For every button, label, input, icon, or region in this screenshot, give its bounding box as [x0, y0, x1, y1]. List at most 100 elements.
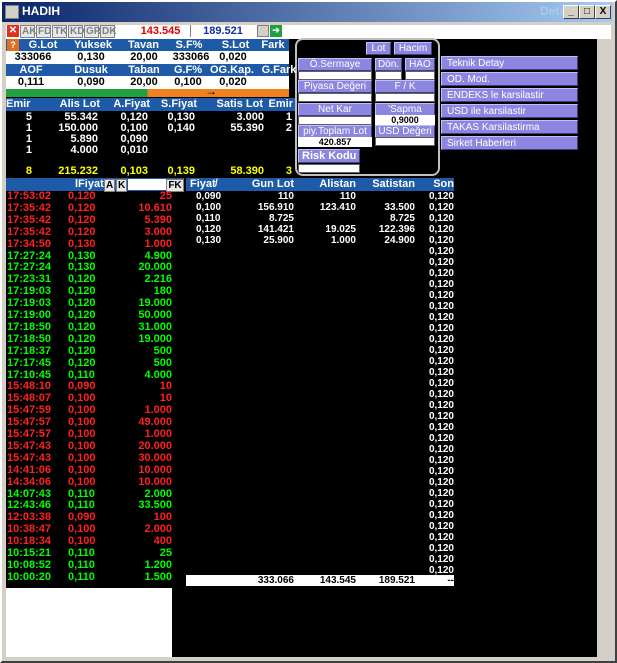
- trade-lot: 500: [153, 344, 172, 357]
- trade-lot: 20.000: [138, 439, 172, 452]
- trade-time: 17:19:00: [7, 309, 52, 321]
- trade-lot: 1.000: [144, 428, 172, 440]
- depth-cell: 4.000: [70, 144, 98, 156]
- trade-time: 17:19:03: [7, 297, 52, 310]
- trade-lot: 10: [159, 380, 172, 393]
- sort-icon: /: [215, 178, 218, 189]
- trade-time: 17:17:45: [7, 356, 52, 369]
- dist-cell: 0,130: [196, 235, 222, 246]
- dist-cell: 33.500: [384, 202, 415, 213]
- dist-total-0: 333.066: [257, 575, 294, 586]
- dist-cell: 110: [277, 191, 294, 202]
- osermaye-value: [298, 71, 372, 80]
- dist-son-cell: 0,120: [428, 411, 454, 422]
- side-button-3[interactable]: USD ile karsilastir: [441, 104, 578, 118]
- close-button[interactable]: X: [595, 5, 611, 19]
- dist-son-cell: 0,120: [428, 213, 454, 224]
- trade-price: 0,110: [68, 487, 95, 500]
- hacim-button[interactable]: Hacim: [394, 42, 432, 55]
- depth-total-3: 0,139: [167, 165, 195, 177]
- summary-h1-5: Fark: [261, 39, 285, 51]
- trade-price: 0,110: [68, 368, 95, 381]
- netkar-button[interactable]: Net Kar: [298, 103, 372, 116]
- osermaye-button[interactable]: Ö.Sermaye: [298, 58, 372, 71]
- lot-button[interactable]: Lot: [366, 42, 391, 55]
- fk-button[interactable]: F / K: [375, 80, 435, 93]
- side-button-2[interactable]: ENDEKS le karsilastir: [441, 88, 578, 102]
- hao-button[interactable]: HAO: [405, 58, 435, 71]
- dist-cell: 8.725: [389, 213, 415, 224]
- trade-lot: 25: [159, 190, 172, 202]
- dist-cell: 0,120: [196, 224, 222, 235]
- trade-price: 0,100: [68, 535, 96, 548]
- chip-ak[interactable]: AK: [20, 25, 36, 38]
- side-button-5[interactable]: Sirket Haberleri: [441, 136, 578, 150]
- trade-price: 0,100: [68, 523, 96, 536]
- trade-lot: 100: [153, 511, 172, 524]
- dist-son-cell: 0,120: [428, 532, 454, 543]
- trade-price: 0,120: [68, 356, 96, 369]
- close-red-icon[interactable]: ✕: [7, 25, 19, 37]
- help-icon[interactable]: ?: [7, 39, 19, 51]
- trade-price: 0,100: [68, 463, 96, 476]
- netkar-value: [298, 116, 372, 125]
- dist-son-cell: 0,120: [428, 334, 454, 345]
- trades-filter-box[interactable]: [128, 179, 166, 190]
- dist-son-cell: 0,120: [428, 389, 454, 400]
- depth-h-4: Satis Lot: [216, 98, 263, 110]
- scrollbar[interactable]: [597, 39, 611, 657]
- trade-price: 0,110: [68, 570, 95, 583]
- dist-son-cell: 0,120: [428, 235, 454, 246]
- maximize-button[interactable]: □: [579, 5, 595, 19]
- chip-gr[interactable]: GR: [84, 25, 101, 38]
- window-title: HADIH: [22, 4, 60, 18]
- progress-strip: [6, 89, 289, 97]
- trade-lot: 10.000: [138, 463, 172, 476]
- dist-son-cell: 0,120: [428, 554, 454, 565]
- trade-lot: 2.000: [144, 523, 172, 536]
- trade-price: 0,100: [68, 428, 96, 440]
- depth-total-4: 58.390: [230, 165, 264, 177]
- dist-total-1: 143.545: [319, 575, 356, 586]
- depth-cell: 1: [25, 144, 32, 156]
- sapma-value: 0,9000: [375, 115, 435, 125]
- side-button-4[interactable]: TAKAS Karsilastirma: [441, 120, 578, 134]
- trade-lot: 5.390: [144, 213, 172, 226]
- trade-price: 0,100: [68, 475, 96, 488]
- trade-price: 0,120: [68, 273, 96, 286]
- chip-fd[interactable]: FD: [36, 25, 51, 38]
- depth-total-0: 8: [25, 165, 32, 177]
- trade-time: 10:18:34: [7, 535, 52, 548]
- minimize-button[interactable]: _: [563, 5, 579, 19]
- usd-value: [375, 137, 435, 146]
- side-button-0[interactable]: Teknik Detay: [441, 56, 578, 70]
- trade-price: 0,110: [68, 547, 95, 559]
- depth-h-1: Alis Lot: [59, 98, 100, 110]
- trade-time: 15:47:43: [7, 451, 52, 464]
- dist-cell: 25.900: [263, 235, 294, 246]
- summary-h1-2: Tavan: [128, 39, 159, 51]
- trade-price: 0,120: [68, 201, 96, 214]
- chip-dk[interactable]: DK: [100, 25, 116, 38]
- checkbox-icon[interactable]: [257, 25, 269, 37]
- arrow-right-icon[interactable]: ➔: [270, 25, 282, 37]
- trade-time: 15:47:59: [7, 404, 52, 417]
- dist-son-cell: 0,120: [428, 279, 454, 290]
- summary-h2-4: OG.Kap.: [209, 64, 254, 76]
- piyasa-button[interactable]: Piyasa Değeri: [298, 80, 372, 93]
- summary-v1-4: 0,020: [219, 51, 247, 63]
- don-button[interactable]: Dön.: [375, 58, 402, 71]
- depth-total-2: 0,103: [120, 165, 148, 177]
- chip-kd[interactable]: KD: [68, 25, 84, 38]
- trade-price: 0,090: [68, 511, 96, 524]
- risk-button[interactable]: Risk Kodu: [298, 149, 360, 163]
- dist-cell: 8.725: [268, 213, 294, 224]
- side-button-1[interactable]: OD. Mod.: [441, 72, 578, 86]
- dist-cell: 122.396: [378, 224, 415, 235]
- trade-time: 10:15:21: [7, 547, 52, 559]
- summary-v2-2: 20,00: [130, 76, 158, 88]
- trade-price: 0,130: [68, 237, 96, 250]
- title-bar[interactable]: [2, 2, 613, 22]
- dist-son-cell: 0,120: [428, 444, 454, 455]
- chip-tk[interactable]: TK: [52, 25, 67, 38]
